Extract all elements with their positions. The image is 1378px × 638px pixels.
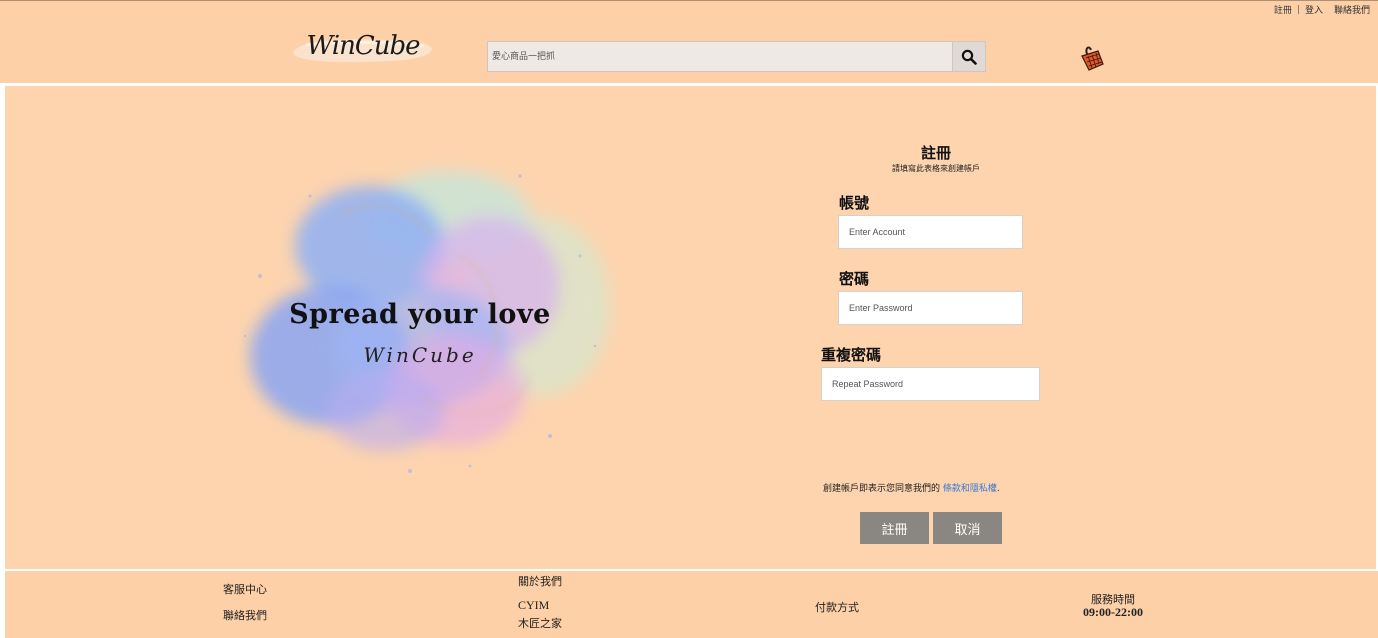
- main-content: Spread your love WinCube 註冊 請填寫此表格來創建帳戶 …: [5, 86, 1376, 569]
- terms-end: .: [996, 484, 1000, 494]
- contact-link[interactable]: 聯絡我們: [1334, 3, 1370, 16]
- basket-icon[interactable]: [1079, 44, 1105, 72]
- footer-payment: 付款方式: [815, 601, 859, 614]
- form-title: 註冊: [920, 144, 951, 162]
- search-bar: [487, 41, 987, 72]
- password-field[interactable]: [838, 291, 1023, 325]
- top-links: 註冊 | 登入 聯絡我們: [1274, 3, 1370, 17]
- terms-text: 創建帳戶即表示您同意我們的 條款和隱私權.: [823, 481, 1000, 494]
- hero-title: Spread your love: [289, 299, 551, 330]
- repeat-password-field[interactable]: [821, 367, 1040, 401]
- login-link[interactable]: 登入: [1305, 3, 1323, 16]
- repeat-password-label: 重複密碼: [821, 346, 882, 364]
- search-input[interactable]: [487, 41, 953, 72]
- footer-about-us: 關於我們: [518, 575, 562, 588]
- header: 註冊 | 登入 聯絡我們 WinCube: [0, 0, 1378, 83]
- register-form: 註冊 請填寫此表格來創建帳戶 帳號 密碼 重複密碼 創建帳戶即表示您同意我們的 …: [805, 136, 1085, 556]
- terms-prefix: 創建帳戶即表示您同意我們的: [823, 484, 941, 494]
- logo-text: WinCube: [306, 31, 421, 61]
- footer-customer-service: 客服中心: [223, 583, 267, 596]
- hero-image: Spread your love WinCube: [220, 136, 620, 521]
- logo[interactable]: WinCube: [292, 27, 434, 73]
- submit-button[interactable]: 註冊: [860, 512, 929, 544]
- register-link[interactable]: 註冊: [1274, 3, 1292, 16]
- footer-about-item[interactable]: 木匠之家: [518, 615, 562, 631]
- search-icon: [961, 49, 977, 65]
- form-subtitle: 請填寫此表格來創建帳戶: [892, 164, 980, 173]
- hero-subtitle: WinCube: [363, 343, 477, 367]
- footer-about-item[interactable]: CYIM: [518, 598, 549, 613]
- cancel-button[interactable]: 取消: [933, 512, 1002, 544]
- password-label: 密碼: [839, 270, 870, 288]
- footer: 客服中心 聯絡我們 關於我們 CYIM 木匠之家 付款方式 服務時間 09:00…: [5, 571, 1378, 638]
- account-label: 帳號: [839, 194, 870, 212]
- top-link-separator: |: [1296, 4, 1300, 15]
- footer-service-hours-value: 09:00-22:00: [1083, 605, 1143, 619]
- terms-link[interactable]: 條款和隱私權: [943, 484, 997, 494]
- account-field[interactable]: [838, 215, 1023, 249]
- search-button[interactable]: [953, 41, 986, 72]
- footer-contact-link[interactable]: 聯絡我們: [223, 607, 267, 623]
